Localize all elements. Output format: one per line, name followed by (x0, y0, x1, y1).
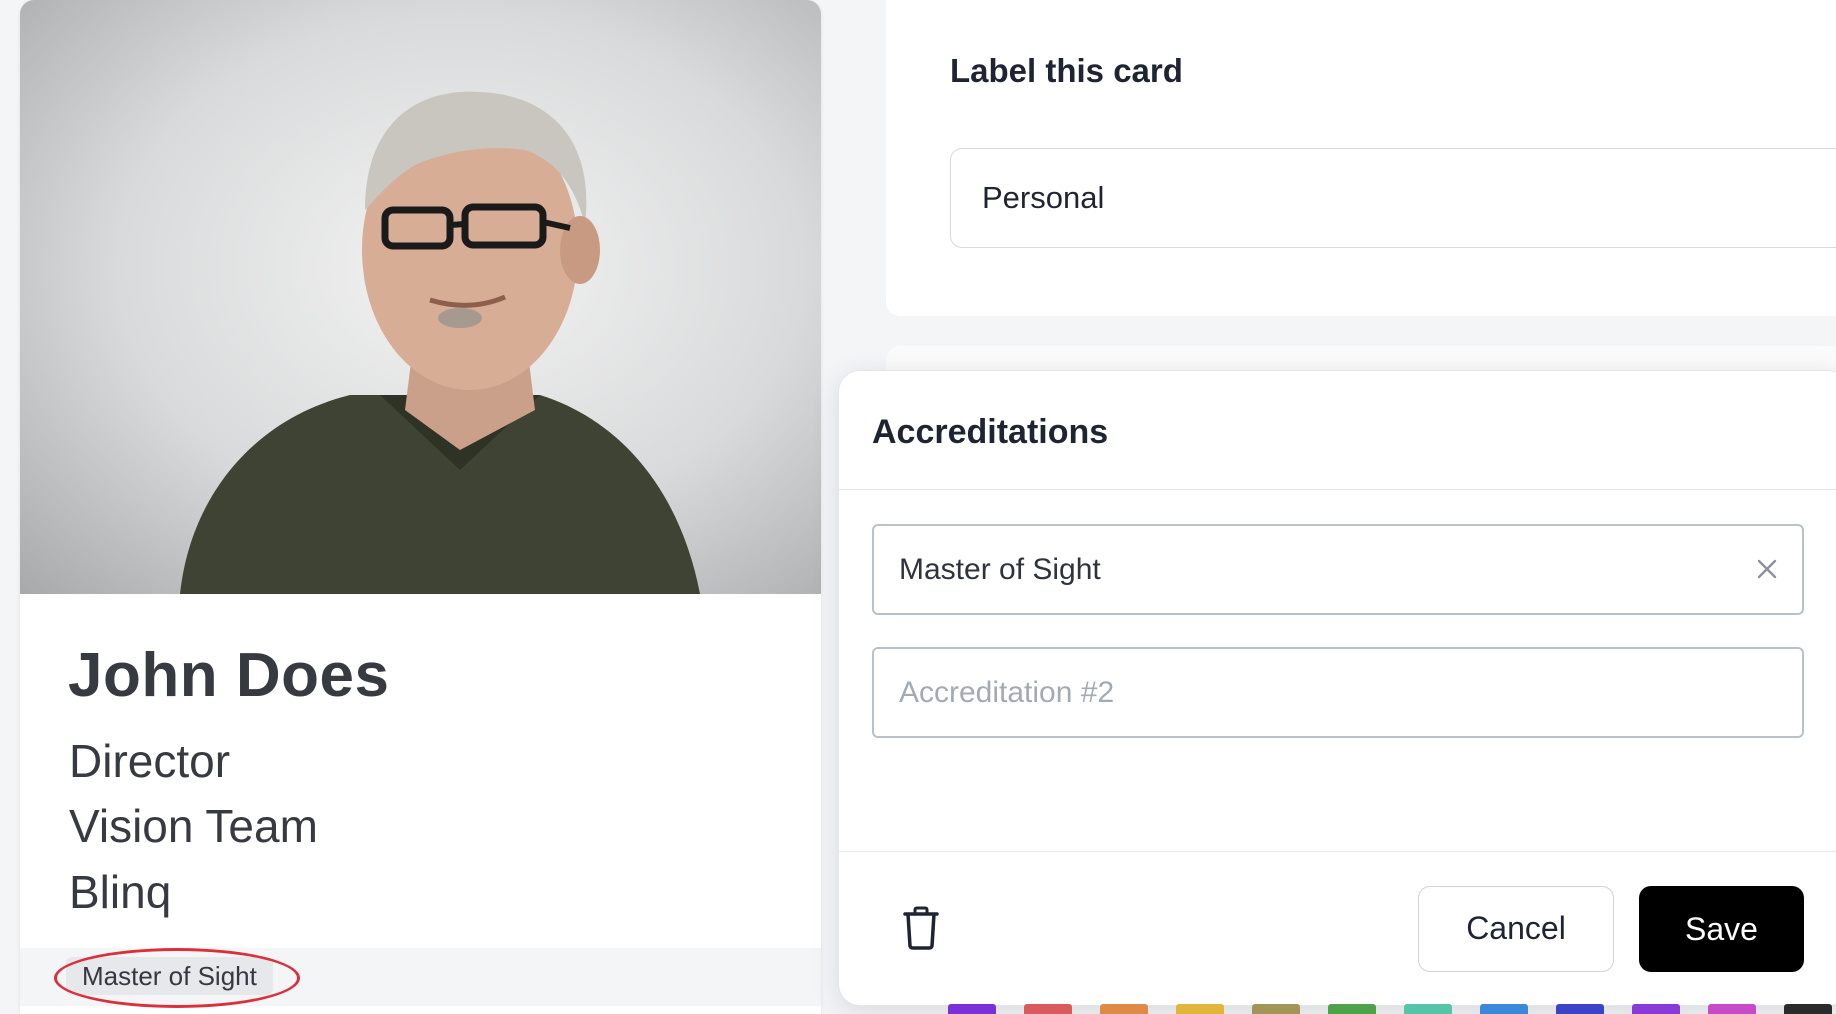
accreditation-2-input[interactable]: Accreditation #2 (872, 647, 1804, 738)
color-swatch[interactable] (1556, 1004, 1604, 1014)
highlight-ring (54, 948, 300, 1008)
person-photo-illustration (180, 91, 700, 594)
color-swatch[interactable] (1404, 1004, 1452, 1014)
accreditation-2-placeholder: Accreditation #2 (899, 676, 1115, 709)
label-card-title: Label this card (950, 52, 1183, 89)
profile-department: Vision Team (69, 800, 318, 852)
close-icon[interactable] (1754, 556, 1780, 582)
profile-company: Blinq (69, 866, 172, 918)
accreditation-1-input[interactable]: Master of Sight (872, 524, 1804, 615)
color-swatch[interactable] (1024, 1004, 1072, 1014)
accreditations-modal: Accreditations Master of Sight Accredita… (838, 370, 1836, 1006)
cancel-button[interactable]: Cancel (1418, 886, 1614, 972)
card-label-input[interactable]: Personal (950, 148, 1836, 248)
profile-title: Director (69, 735, 231, 787)
footer-divider (839, 851, 1836, 852)
color-swatch[interactable] (1632, 1004, 1680, 1014)
accreditation-strip: Master of Sight (20, 948, 821, 1008)
color-swatch[interactable] (1328, 1004, 1376, 1014)
accreditation-1-value: Master of Sight (899, 553, 1101, 586)
profile-card: John Does Director Vision Team Blinq Mas… (20, 0, 821, 1014)
color-swatch[interactable] (1480, 1004, 1528, 1014)
color-swatch[interactable] (1176, 1004, 1224, 1014)
header-divider (839, 489, 1836, 490)
color-swatch[interactable] (1100, 1004, 1148, 1014)
color-swatch[interactable] (1252, 1004, 1300, 1014)
trash-icon[interactable] (901, 905, 941, 951)
modal-title: Accreditations (872, 413, 1109, 451)
color-swatch[interactable] (1784, 1004, 1832, 1014)
color-swatch[interactable] (948, 1004, 996, 1014)
profile-name: John Does (68, 641, 390, 710)
color-swatch[interactable] (1708, 1004, 1756, 1014)
profile-photo (20, 0, 821, 594)
label-card-panel: Label this card Personal (886, 0, 1836, 316)
save-button[interactable]: Save (1639, 886, 1804, 972)
